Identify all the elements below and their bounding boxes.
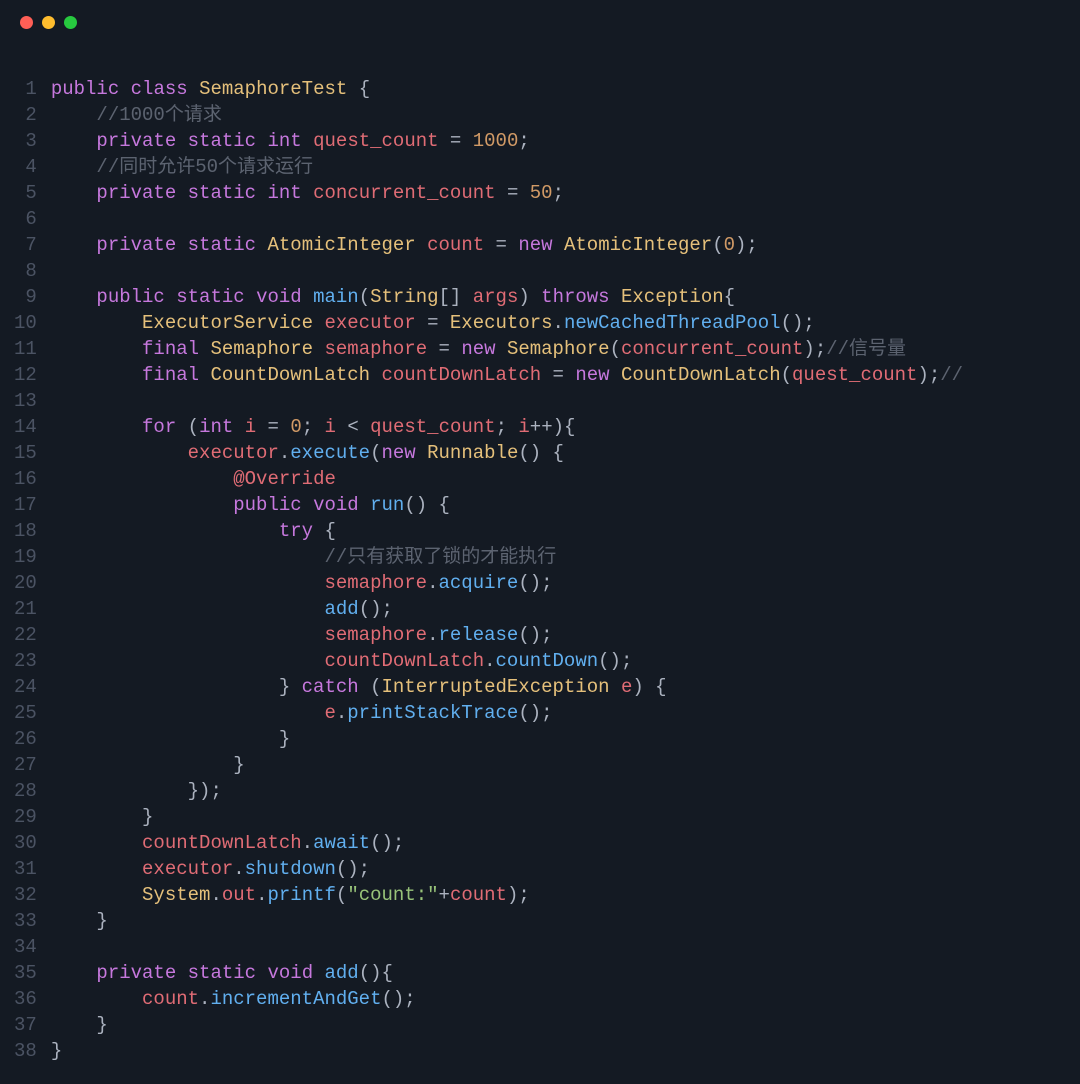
line-number: 37	[14, 1012, 37, 1038]
line-number: 16	[14, 466, 37, 492]
code-line: }	[51, 1038, 1066, 1064]
code-line: }	[51, 804, 1066, 830]
line-number: 31	[14, 856, 37, 882]
code-line: try {	[51, 518, 1066, 544]
line-number: 30	[14, 830, 37, 856]
code-line	[51, 206, 1066, 232]
code-line: add();	[51, 596, 1066, 622]
code-line: }	[51, 752, 1066, 778]
code-line: public void run() {	[51, 492, 1066, 518]
code-line: });	[51, 778, 1066, 804]
line-number: 25	[14, 700, 37, 726]
line-number: 13	[14, 388, 37, 414]
code-line: @Override	[51, 466, 1066, 492]
line-number: 38	[14, 1038, 37, 1064]
code-line: semaphore.acquire();	[51, 570, 1066, 596]
line-number: 3	[14, 128, 37, 154]
code-line: }	[51, 1012, 1066, 1038]
line-number: 34	[14, 934, 37, 960]
line-number: 5	[14, 180, 37, 206]
code-line	[51, 934, 1066, 960]
code-line	[51, 388, 1066, 414]
line-number: 4	[14, 154, 37, 180]
line-number: 14	[14, 414, 37, 440]
code-line: count.incrementAndGet();	[51, 986, 1066, 1012]
close-icon[interactable]	[20, 16, 33, 29]
line-number: 32	[14, 882, 37, 908]
code-line: final Semaphore semaphore = new Semaphor…	[51, 336, 1066, 362]
line-number: 17	[14, 492, 37, 518]
line-number: 20	[14, 570, 37, 596]
code-line	[51, 258, 1066, 284]
code-line: public class SemaphoreTest {	[51, 76, 1066, 102]
code-line: private static AtomicInteger count = new…	[51, 232, 1066, 258]
code-line: //1000个请求	[51, 102, 1066, 128]
line-number: 23	[14, 648, 37, 674]
line-number-gutter: 1234567891011121314151617181920212223242…	[14, 76, 51, 1064]
line-number: 6	[14, 206, 37, 232]
line-number: 11	[14, 336, 37, 362]
minimize-icon[interactable]	[42, 16, 55, 29]
line-number: 35	[14, 960, 37, 986]
code-line: final CountDownLatch countDownLatch = ne…	[51, 362, 1066, 388]
line-number: 2	[14, 102, 37, 128]
code-line: executor.shutdown();	[51, 856, 1066, 882]
code-line: }	[51, 726, 1066, 752]
code-line: e.printStackTrace();	[51, 700, 1066, 726]
line-number: 10	[14, 310, 37, 336]
code-line: for (int i = 0; i < quest_count; i++){	[51, 414, 1066, 440]
line-number: 18	[14, 518, 37, 544]
line-number: 8	[14, 258, 37, 284]
code-line: countDownLatch.await();	[51, 830, 1066, 856]
code-line: private static void add(){	[51, 960, 1066, 986]
code-line: }	[51, 908, 1066, 934]
code-line: semaphore.release();	[51, 622, 1066, 648]
code-line: public static void main(String[] args) t…	[51, 284, 1066, 310]
code-line: //同时允许50个请求运行	[51, 154, 1066, 180]
code-line: System.out.printf("count:"+count);	[51, 882, 1066, 908]
line-number: 28	[14, 778, 37, 804]
code-editor: 1234567891011121314151617181920212223242…	[0, 44, 1080, 1084]
line-number: 9	[14, 284, 37, 310]
line-number: 12	[14, 362, 37, 388]
line-number: 7	[14, 232, 37, 258]
line-number: 19	[14, 544, 37, 570]
zoom-icon[interactable]	[64, 16, 77, 29]
line-number: 36	[14, 986, 37, 1012]
line-number: 15	[14, 440, 37, 466]
code-line: executor.execute(new Runnable() {	[51, 440, 1066, 466]
line-number: 33	[14, 908, 37, 934]
line-number: 21	[14, 596, 37, 622]
code-area[interactable]: public class SemaphoreTest { //1000个请求 p…	[51, 76, 1066, 1064]
line-number: 1	[14, 76, 37, 102]
code-line: //只有获取了锁的才能执行	[51, 544, 1066, 570]
line-number: 24	[14, 674, 37, 700]
code-line: countDownLatch.countDown();	[51, 648, 1066, 674]
code-line: } catch (InterruptedException e) {	[51, 674, 1066, 700]
line-number: 27	[14, 752, 37, 778]
code-line: private static int quest_count = 1000;	[51, 128, 1066, 154]
code-line: private static int concurrent_count = 50…	[51, 180, 1066, 206]
line-number: 22	[14, 622, 37, 648]
line-number: 26	[14, 726, 37, 752]
code-line: ExecutorService executor = Executors.new…	[51, 310, 1066, 336]
window-titlebar	[0, 0, 1080, 44]
line-number: 29	[14, 804, 37, 830]
